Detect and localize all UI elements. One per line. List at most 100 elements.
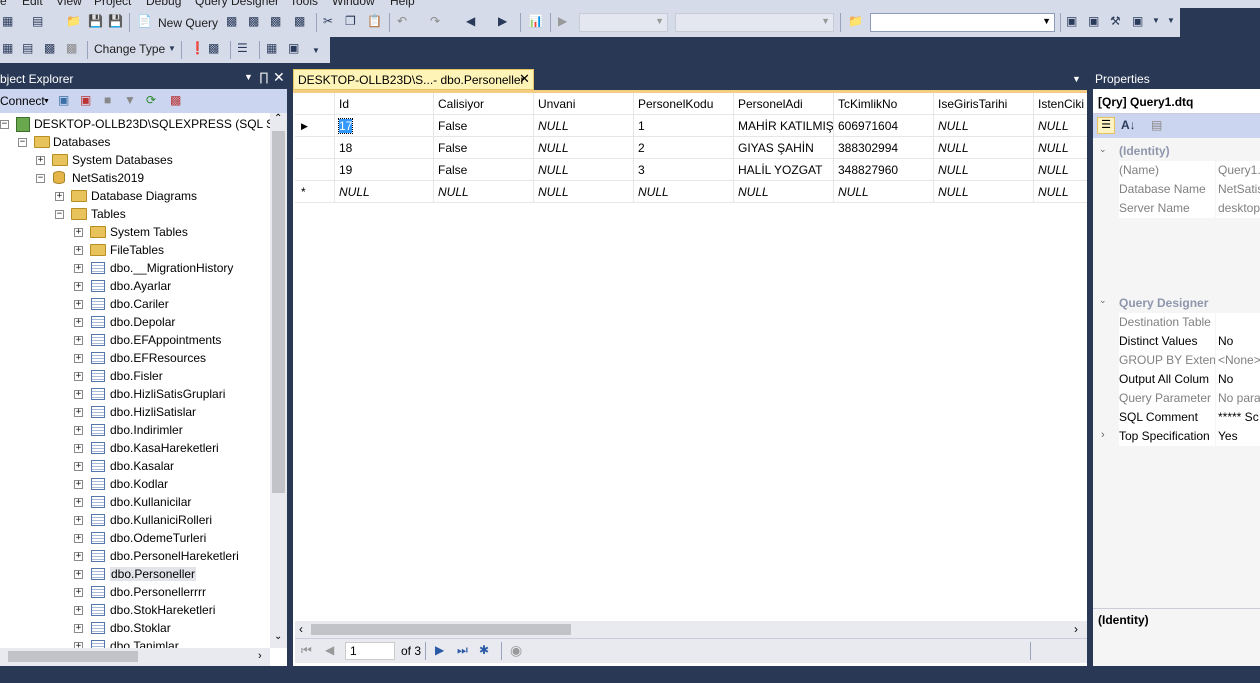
connect-button[interactable]: Connect [0, 94, 45, 108]
property-row[interactable]: Server Name desktop [1093, 199, 1260, 218]
activity-monitor-icon[interactable]: 📊 [528, 15, 543, 27]
open-file-icon[interactable]: 📁 [66, 15, 81, 27]
grid-cell[interactable]: NULL [934, 115, 1034, 137]
grid-cell[interactable]: NULL [1034, 115, 1087, 137]
expand-icon[interactable]: + [74, 264, 83, 273]
navigate-backward-icon[interactable]: ◀ [466, 15, 475, 27]
property-value[interactable]: No [1216, 370, 1260, 389]
expand-icon[interactable]: + [74, 534, 83, 543]
tree-node-table[interactable]: + dbo.StokHareketleri [0, 601, 270, 619]
expand-icon[interactable]: + [74, 462, 83, 471]
property-row[interactable]: Destination Table [1093, 313, 1260, 332]
find-in-files-icon[interactable]: 📁 [848, 15, 863, 27]
object-explorer-icon[interactable]: ▣ [1088, 15, 1099, 27]
redo-icon[interactable]: ↷ [430, 15, 440, 27]
toolbar-dropdown-icon[interactable]: ▼ [1152, 17, 1160, 25]
scrollbar-thumb[interactable] [311, 624, 571, 635]
show-sql-pane-icon[interactable]: ▩ [44, 42, 55, 54]
tree-node-table[interactable]: + dbo.Cariler [0, 295, 270, 313]
current-record-input[interactable]: 1 [345, 642, 395, 660]
expand-icon[interactable]: + [74, 390, 83, 399]
grid-cell[interactable]: NULL [734, 181, 834, 203]
tree-node-table[interactable]: + dbo.Stoklar [0, 619, 270, 637]
tree-node-table[interactable]: + dbo.KasaHareketleri [0, 439, 270, 457]
column-header[interactable]: IseGirisTarihi [934, 93, 1034, 115]
column-header[interactable]: Id [335, 93, 434, 115]
property-value[interactable]: No para [1216, 389, 1260, 408]
property-value[interactable]: No [1216, 332, 1260, 351]
grid-cell[interactable]: NULL [934, 159, 1034, 181]
expand-icon[interactable]: + [74, 408, 83, 417]
copy-icon[interactable]: ❐ [345, 15, 356, 27]
tree-node-table[interactable]: + dbo.KullaniciRolleri [0, 511, 270, 529]
connect-object-explorer-icon[interactable]: ▣ [58, 94, 69, 106]
menu-file[interactable]: e [0, 0, 7, 8]
property-value[interactable] [1216, 313, 1260, 332]
scroll-right-icon[interactable]: › [1074, 622, 1078, 636]
grid-cell[interactable]: 17 [335, 115, 434, 137]
tree-node-table[interactable]: + dbo.EFResources [0, 349, 270, 367]
grid-cell[interactable]: NULL [534, 159, 634, 181]
expand-icon[interactable]: + [74, 498, 83, 507]
expand-icon[interactable]: + [74, 624, 83, 633]
tree-node-table[interactable]: + dbo.Kullanicilar [0, 493, 270, 511]
grid-cell[interactable]: NULL [534, 137, 634, 159]
grid-cell[interactable]: NULL [434, 181, 534, 203]
property-pages-icon[interactable]: ▤ [1151, 118, 1162, 132]
auto-hide-pin-icon[interactable]: ∏ [259, 70, 269, 84]
add-new-derived-table-icon[interactable]: ▣ [288, 42, 299, 54]
expand-icon[interactable]: + [74, 282, 83, 291]
tree-node-table[interactable]: + dbo.EFAppointments [0, 331, 270, 349]
cut-icon[interactable]: ✂ [323, 15, 333, 27]
grid-cell[interactable]: 18 [335, 137, 434, 159]
previous-record-icon[interactable]: ◀ [325, 643, 334, 657]
grid-cell[interactable]: 388302994 [834, 137, 934, 159]
tree-node-databases[interactable]: − Databases [0, 133, 270, 151]
first-record-icon[interactable]: ⏮ [301, 643, 312, 658]
expand-icon[interactable]: + [74, 606, 83, 615]
tree-node-table[interactable]: + dbo.__MigrationHistory [0, 259, 270, 277]
results-grid[interactable]: Id Calisiyor Unvani PersonelKodu PersonelAdi… [295, 93, 1087, 621]
scrollbar-thumb[interactable] [8, 651, 138, 662]
expand-icon[interactable]: + [74, 516, 83, 525]
property-row[interactable]: (Name) Query1. [1093, 161, 1260, 180]
expand-icon[interactable]: + [74, 480, 83, 489]
expand-icon[interactable]: + [74, 570, 83, 579]
grid-cell[interactable]: NULL [534, 115, 634, 137]
stop-icon[interactable]: ■ [104, 94, 111, 106]
grid-cell[interactable]: NULL [934, 137, 1034, 159]
menu-help[interactable]: Help [390, 0, 415, 8]
collapse-icon[interactable]: − [18, 138, 27, 147]
tree-node-table[interactable]: + dbo.Personellerrrr [0, 583, 270, 601]
refresh-icon[interactable]: ⟳ [146, 94, 156, 106]
property-row[interactable]: GROUP BY Extensi <None> [1093, 351, 1260, 370]
toolbar-overflow-icon[interactable]: ▼ [1167, 17, 1175, 25]
column-header[interactable]: TcKimlikNo [834, 93, 934, 115]
expand-icon[interactable]: + [74, 354, 83, 363]
property-value[interactable]: Yes [1216, 427, 1260, 446]
menu-window[interactable]: Window [332, 0, 375, 8]
expand-icon[interactable]: + [74, 588, 83, 597]
connect-dropdown-icon[interactable]: ▼ [43, 98, 50, 105]
find-combo[interactable]: ▼ [870, 13, 1055, 32]
alphabetical-icon[interactable]: A↓ [1121, 118, 1136, 132]
grid-cell[interactable]: NULL [534, 181, 634, 203]
grid-cell[interactable]: 19 [335, 159, 434, 181]
collapse-icon[interactable]: − [55, 210, 64, 219]
properties-window-icon[interactable]: ▣ [1132, 15, 1143, 27]
last-record-icon[interactable]: ⏭ [457, 643, 468, 658]
expand-icon[interactable]: + [74, 336, 83, 345]
expand-icon[interactable]: + [55, 192, 64, 201]
add-table-icon[interactable]: ▦ [266, 42, 277, 54]
tree-node-table[interactable]: + dbo.Kodlar [0, 475, 270, 493]
property-row[interactable]: Output All Colum No [1093, 370, 1260, 389]
expand-icon[interactable]: + [74, 372, 83, 381]
expand-icon[interactable]: + [74, 318, 83, 327]
stop-query-icon[interactable]: ◉ [510, 642, 522, 659]
document-tab-personeller[interactable]: DESKTOP-OLLB23D\S...- dbo.Personeller ✕ [293, 69, 534, 90]
tree-node-database-diagrams[interactable]: + Database Diagrams [0, 187, 270, 205]
tree-node-table[interactable]: + dbo.Tanimlar [0, 637, 270, 648]
property-row[interactable]: SQL Comment ***** Sc [1093, 408, 1260, 427]
property-row[interactable]: Database Name NetSatis [1093, 180, 1260, 199]
property-row[interactable]: Top Specification Yes › [1093, 427, 1260, 446]
